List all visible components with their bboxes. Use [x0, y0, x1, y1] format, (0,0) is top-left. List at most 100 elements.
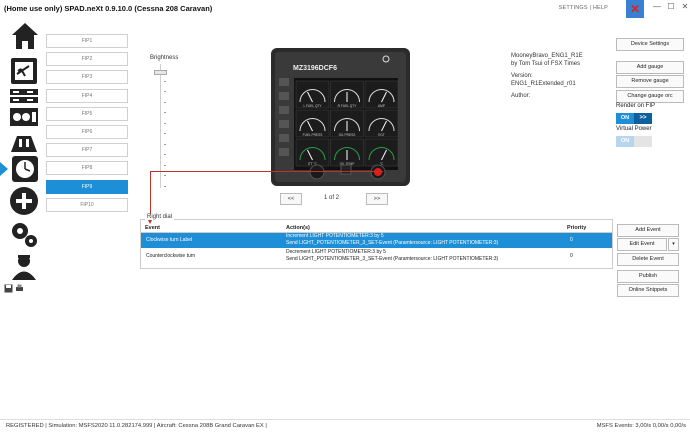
fip-button[interactable]: FIP4	[46, 88, 128, 103]
slider-tick	[164, 185, 166, 187]
device-serial: MZ3196DCF6	[293, 65, 337, 72]
render-on-fip-label: Render on FIP	[616, 103, 656, 109]
annotation-arrow-line	[151, 171, 383, 172]
fip-button[interactable]: FIP3	[46, 70, 128, 85]
pilot-icon[interactable]	[9, 251, 39, 281]
fip-button[interactable]: FIP1	[46, 34, 128, 48]
page-prev-button[interactable]: <<	[280, 193, 302, 205]
fip-button[interactable]: FIP9	[46, 179, 128, 194]
event-priority: 0	[570, 253, 573, 259]
fip-device: MZ3196DCF6 L FUEL QTY R FUEL QTY AMP FUEL P…	[271, 48, 410, 186]
switch-panel-icon[interactable]	[9, 130, 39, 154]
slider-tick	[164, 122, 166, 124]
priority-column-header[interactable]: Priority	[567, 225, 586, 231]
event-row-clockwise[interactable]: Clockwise turn Label Increment LIGHT POT…	[141, 233, 612, 248]
edit-event-button[interactable]: Edit Event	[617, 238, 667, 251]
fip-gauge-icon[interactable]	[0, 154, 44, 184]
left-dial-knob	[309, 164, 325, 180]
event-action-1: Increment LIGHT POTENTIOMETER:3 by 5	[286, 233, 384, 239]
event-column-header[interactable]: Event	[145, 225, 160, 231]
slider-tick	[164, 133, 166, 134]
event-row-counterclockwise[interactable]: Counterclockwise turn Decrement LIGHT PO…	[141, 249, 612, 264]
status-bar: REGISTERED | Simulation: MSFS2020 11.0.2…	[0, 419, 690, 432]
radio-stack-icon[interactable]	[9, 88, 39, 104]
slider-tick	[164, 112, 166, 113]
airplane-panel-icon[interactable]	[9, 56, 39, 86]
gauge-panel-icon[interactable]	[9, 107, 39, 127]
render-on-fip-toggle[interactable]: ON >>	[616, 113, 652, 124]
events-group-label: Right dial	[145, 214, 175, 220]
virtual-power-toggle[interactable]: ON	[616, 136, 652, 147]
slider-tick	[164, 80, 166, 82]
add-icon[interactable]	[9, 186, 39, 216]
event-name: Counterclockwise turn	[146, 253, 196, 259]
event-action-1: Decrement LIGHT POTENTIOMETER:3 by 5	[286, 249, 386, 255]
status-right: MSFS Events: 3,00/s 0,00/s 0,00/s	[596, 423, 686, 429]
gauge-author-line: by Tom Tsui of FSX Times	[511, 61, 581, 67]
publish-button[interactable]: Publish	[617, 270, 679, 283]
status-left: REGISTERED | Simulation: MSFS2020 11.0.2…	[6, 423, 267, 429]
device-settings-button[interactable]: Device Settings	[616, 38, 684, 51]
delete-event-button[interactable]: Delete Event	[617, 253, 679, 266]
gauge-label: OIL PRESS	[339, 133, 356, 137]
event-priority: 0	[570, 237, 573, 243]
settings-gears-icon[interactable]	[9, 220, 39, 248]
event-name: Clockwise turn Label	[146, 237, 193, 243]
render-on-label: ON	[616, 113, 634, 124]
slider-tick	[164, 164, 166, 166]
add-gauge-button[interactable]: Add gauge	[616, 61, 684, 74]
add-event-button[interactable]: Add Event	[617, 224, 679, 237]
title-bar: (Home use only) SPAD.neXt 0.9.10.0 (Cess…	[0, 0, 690, 18]
edit-event-dropdown[interactable]: ▾	[668, 238, 679, 251]
fip-list: FIP1 FIP2 FIP3 FIP4 FIP5 FIP6 FIP7 FIP8 FIP9 FIP1…	[46, 34, 128, 216]
minimize-button[interactable]: —	[650, 0, 664, 14]
window-title: (Home use only) SPAD.neXt 0.9.10.0 (Cess…	[4, 4, 213, 13]
slider-tick	[164, 154, 166, 155]
right-dial-highlight	[374, 168, 382, 176]
fip-button[interactable]: FIP7	[46, 143, 128, 158]
online-snippets-button[interactable]: Online Snippets	[617, 284, 679, 297]
slider-tick	[164, 91, 166, 92]
fip-button[interactable]: FIP6	[46, 124, 128, 139]
gauge-label: AMP	[378, 104, 385, 108]
fip-button[interactable]: FIP10	[46, 197, 128, 212]
author-label: Author:	[511, 93, 531, 99]
close-button[interactable]: ✕	[678, 0, 690, 14]
gauge-label: FUEL PRESS	[303, 133, 323, 137]
render-arrows-label: >>	[634, 113, 652, 124]
virtual-off-label	[634, 136, 652, 147]
slider-tick	[164, 70, 166, 71]
disconnect-close-icon[interactable]: ✕	[626, 0, 644, 18]
gauge-label: L FUEL QTY	[303, 104, 322, 108]
change-gauge-order-button[interactable]: Change gauge orc	[616, 90, 684, 103]
remove-gauge-button[interactable]: Remove gauge	[616, 75, 684, 88]
brightness-label: Brightness	[150, 55, 179, 61]
gauge-label: R FUEL QTY	[338, 104, 358, 108]
gauge-info: MooneyBravo_ENG1_R1E by Tom Tsui of FSX …	[511, 52, 583, 100]
gauge-version: ENG1_R1Extended_r01	[511, 81, 576, 87]
gauge-label: EGT	[378, 133, 385, 137]
slider-tick	[164, 175, 166, 176]
fip-button[interactable]: FIP5	[46, 106, 128, 121]
event-action-2: Send LIGHT_POTENTIOMETER_3_SET-Event (Pa…	[286, 240, 499, 246]
brightness-slider-track	[160, 64, 161, 188]
slider-tick	[164, 143, 166, 145]
center-button	[340, 164, 352, 175]
print-icon[interactable]	[15, 284, 24, 293]
fip-button[interactable]: FIP8	[46, 161, 128, 176]
gauge-name: MooneyBravo_ENG1_R1E	[511, 53, 583, 59]
sidebar	[0, 18, 44, 298]
fip-button[interactable]: FIP2	[46, 52, 128, 67]
page-next-button[interactable]: >>	[366, 193, 388, 205]
gauge-grid: L FUEL QTY R FUEL QTY AMP FUEL PRESS OIL PRE…	[295, 80, 399, 167]
version-label: Version:	[511, 73, 533, 79]
slider-tick	[164, 101, 166, 103]
home-icon[interactable]	[10, 21, 40, 51]
page-indicator: 1 of 2	[324, 195, 340, 201]
virtual-power-label: Virtual Power	[616, 126, 652, 132]
settings-help-links[interactable]: SETTINGS | HELP	[559, 5, 608, 11]
actions-column-header[interactable]: Action(s)	[286, 225, 310, 231]
virtual-on-label: ON	[616, 136, 634, 147]
save-icon[interactable]	[4, 284, 13, 293]
maximize-button[interactable]: ☐	[664, 0, 678, 14]
